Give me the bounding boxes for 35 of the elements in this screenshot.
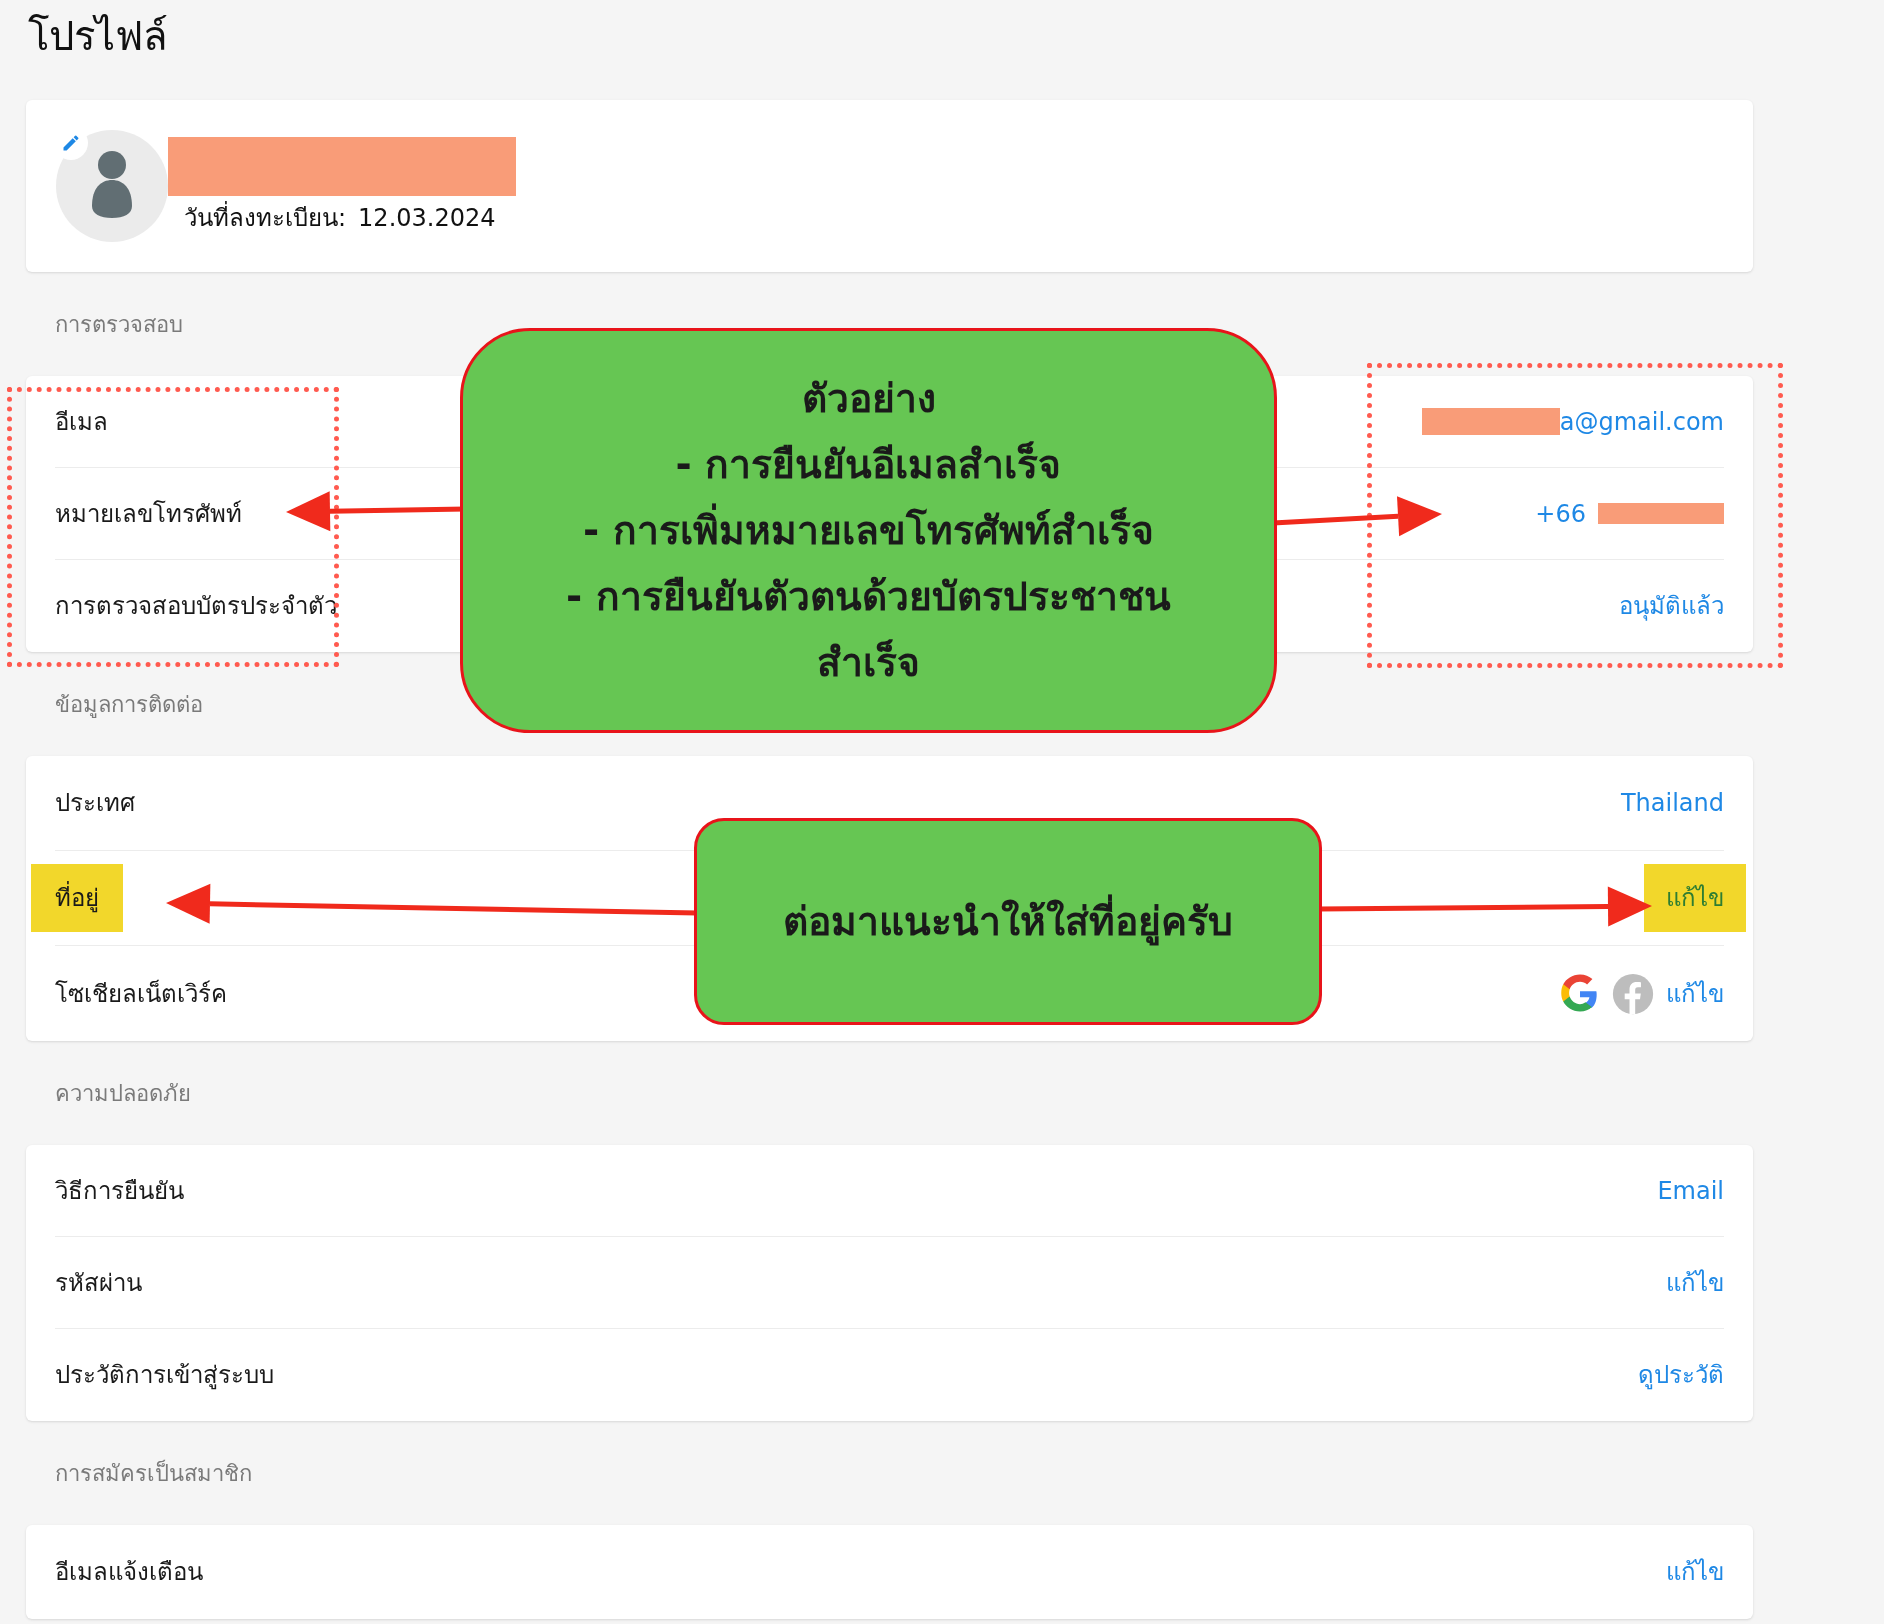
row-label: ประเทศ xyxy=(55,788,135,819)
registered-label: วันที่ลงทะเบียน: xyxy=(184,200,347,234)
row-value-link[interactable]: แก้ไข xyxy=(1666,1264,1724,1301)
row-label: รหัสผ่าน xyxy=(55,1267,142,1299)
callout-text: - การยืนยันตัวตนด้วยบัตรประชาชนสำเร็จ xyxy=(565,572,1172,687)
google-icon xyxy=(1560,973,1600,1014)
callout-text: ต่อมาแนะนำให้ใส่ที่อยู่ครับ xyxy=(783,888,1233,955)
row-value-link[interactable]: แก้ไข xyxy=(1666,975,1724,1012)
row-label: ประวัติการเข้าสู่ระบบ xyxy=(55,1360,274,1392)
callout-text: - การเพิ่มหมายเลขโทรศัพท์สำเร็จ xyxy=(583,497,1154,564)
row-value-link[interactable]: แก้ไข xyxy=(1666,1554,1724,1590)
facebook-icon xyxy=(1612,972,1654,1015)
pencil-icon xyxy=(61,133,81,153)
row-label: โซเชียลเน็ตเวิร์ค xyxy=(55,978,227,1010)
section-title: ข้อมูลการติดต่อ xyxy=(55,690,203,720)
row-label: อีเมลแจ้งเตือน xyxy=(55,1557,203,1588)
section-title: การสมัครเป็นสมาชิก xyxy=(55,1458,252,1488)
row-value-link[interactable]: Email xyxy=(1657,1172,1724,1209)
row-value-link[interactable]: แก้ไข xyxy=(1644,864,1746,932)
registered-date: 12.03.2024 xyxy=(358,202,496,234)
row-value-link[interactable]: อนุมัติแล้ว xyxy=(1619,588,1724,624)
row-value-link[interactable]: Thailand xyxy=(1620,785,1724,821)
row-label: วิธีการยืนยัน xyxy=(55,1175,184,1207)
row-label: อีเมล xyxy=(55,406,108,438)
row-label: หมายเลขโทรศัพท์ xyxy=(55,498,242,530)
row-value-link[interactable]: a@gmail.com xyxy=(1559,403,1724,440)
row-label: ที่อยู่ xyxy=(31,864,123,932)
row-label: การตรวจสอบบัตรประจำตัว xyxy=(55,591,337,622)
row-value-link[interactable]: ดูประวัติ xyxy=(1638,1357,1724,1393)
section-title: ความปลอดภัย xyxy=(55,1079,191,1108)
page-title: โปรไฟล์ xyxy=(27,12,168,61)
section-title: การตรวจสอบ xyxy=(55,310,183,339)
row-value-link[interactable]: +66 xyxy=(1535,495,1586,532)
callout-text: ตัวอย่าง xyxy=(801,374,936,423)
callout-text: - การยืนยันอีเมลสำเร็จ xyxy=(675,440,1062,489)
